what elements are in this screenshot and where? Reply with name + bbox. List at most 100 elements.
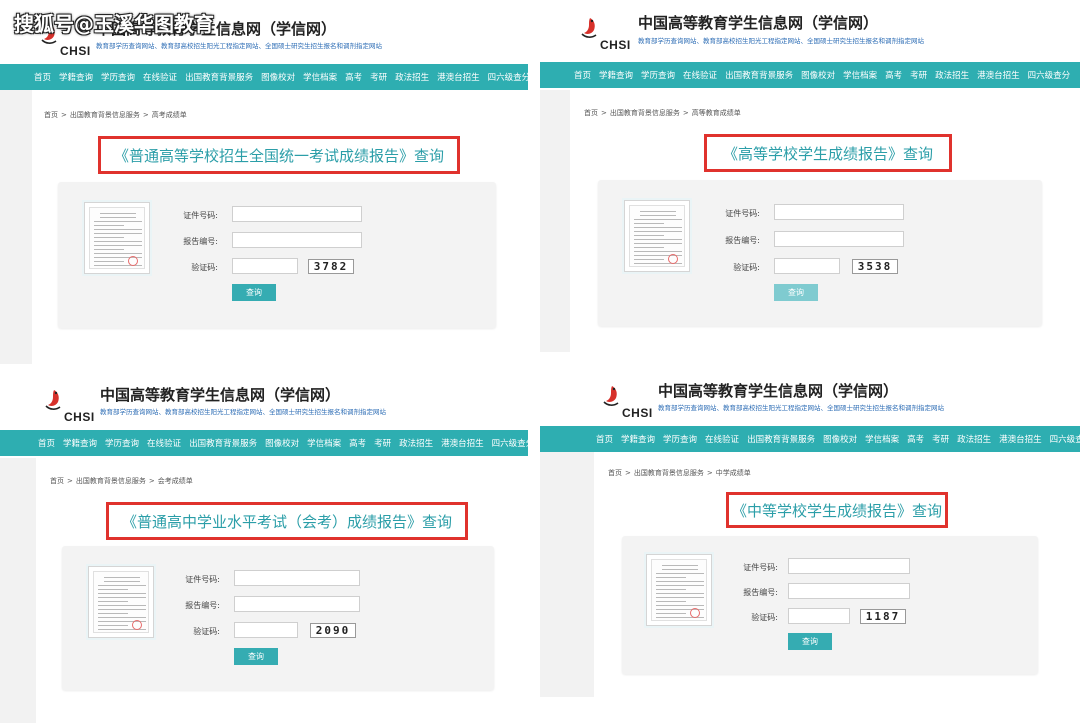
- query-form: 证件号码: 报告编号: 验证码: 1187 查询: [622, 536, 1038, 674]
- breadcrumb-item[interactable]: 出国教育背景信息服务: [634, 469, 704, 477]
- captcha-image[interactable]: 2090: [310, 623, 356, 638]
- captcha-label: 验证码:: [191, 263, 218, 272]
- nav-item[interactable]: 学信档案: [861, 433, 903, 445]
- document-line: [98, 593, 146, 594]
- report-no-input[interactable]: [234, 596, 360, 612]
- document-line: [94, 249, 124, 250]
- breadcrumb-item[interactable]: 高考成绩单: [152, 111, 187, 119]
- nav-item[interactable]: 港澳台招生: [973, 69, 1024, 81]
- nav-item[interactable]: 四六级查分: [488, 437, 528, 449]
- chsi-logo: CHSI: [42, 388, 104, 430]
- nav-item[interactable]: 出国教育背景服务: [743, 433, 819, 445]
- nav-item[interactable]: 出国教育背景服务: [181, 71, 257, 83]
- query-button[interactable]: 查询: [788, 633, 832, 650]
- captcha-image[interactable]: 3538: [852, 259, 898, 274]
- breadcrumb-item[interactable]: 首页: [50, 477, 64, 485]
- document-line: [656, 613, 686, 614]
- nav-item[interactable]: 政法招生: [395, 437, 437, 449]
- nav-item[interactable]: 图像校对: [261, 437, 303, 449]
- breadcrumb: 首页 > 出国教育背景信息服务 > 中学成绩单: [608, 468, 754, 478]
- breadcrumb-item[interactable]: 首页: [44, 111, 58, 119]
- nav-item[interactable]: 政法招生: [931, 69, 973, 81]
- nav-item[interactable]: 学信档案: [303, 437, 345, 449]
- nav-item[interactable]: 考研: [906, 69, 931, 81]
- nav-item[interactable]: 在线验证: [143, 437, 185, 449]
- query-button[interactable]: 查询: [774, 284, 818, 301]
- document-line: [94, 237, 124, 238]
- nav-item[interactable]: 港澳台招生: [995, 433, 1046, 445]
- nav-item[interactable]: 首页: [570, 69, 595, 81]
- nav-item[interactable]: 在线验证: [701, 433, 743, 445]
- cert-no-input[interactable]: [232, 206, 362, 222]
- captcha-input[interactable]: [774, 258, 840, 274]
- nav-item[interactable]: 政法招生: [953, 433, 995, 445]
- nav-item[interactable]: 学历查询: [637, 69, 679, 81]
- nav-item[interactable]: 首页: [592, 433, 617, 445]
- bird-logo-icon: [581, 18, 597, 38]
- breadcrumb-item[interactable]: 出国教育背景信息服务: [70, 111, 140, 119]
- cert-no-input[interactable]: [788, 558, 910, 574]
- captcha-image[interactable]: 3782: [308, 259, 354, 274]
- nav-item[interactable]: 考研: [928, 433, 953, 445]
- nav-item[interactable]: 首页: [30, 71, 55, 83]
- cert-no-input[interactable]: [234, 570, 360, 586]
- report-no-input[interactable]: [774, 231, 904, 247]
- breadcrumb-item[interactable]: 高等教育成绩单: [692, 109, 741, 117]
- breadcrumb-item[interactable]: 会考成绩单: [158, 477, 193, 485]
- nav-item[interactable]: 高考: [341, 71, 366, 83]
- document-line: [98, 589, 128, 590]
- document-line: [98, 597, 146, 598]
- nav-item[interactable]: 出国教育背景服务: [721, 69, 797, 81]
- captcha-input[interactable]: [232, 258, 298, 274]
- breadcrumb-item[interactable]: 首页: [584, 109, 598, 117]
- report-no-input[interactable]: [232, 232, 362, 248]
- nav-item[interactable]: 在线验证: [679, 69, 721, 81]
- nav-item[interactable]: 学籍查询: [617, 433, 659, 445]
- captcha-input[interactable]: [234, 622, 298, 638]
- nav-item[interactable]: 学籍查询: [595, 69, 637, 81]
- nav-item[interactable]: 港澳台招生: [437, 437, 488, 449]
- site-title: 中国高等教育学生信息网（学信网）: [100, 386, 341, 404]
- panel-higher-edu: CHSI 中国高等教育学生信息网（学信网） 教育部学历查询网站、教育部高校招生阳…: [540, 0, 1080, 352]
- nav-item[interactable]: 出国教育背景服务: [185, 437, 261, 449]
- nav-item[interactable]: 学历查询: [97, 71, 139, 83]
- nav-item[interactable]: 学籍查询: [55, 71, 97, 83]
- document-line: [634, 219, 682, 220]
- nav-item[interactable]: 学历查询: [659, 433, 701, 445]
- nav-item[interactable]: 学信档案: [299, 71, 341, 83]
- nav-item[interactable]: 在线验证: [139, 71, 181, 83]
- logo-text: CHSI: [600, 38, 631, 52]
- nav-item[interactable]: 学历查询: [101, 437, 143, 449]
- nav-item[interactable]: 高考: [903, 433, 928, 445]
- content-area: 首页 > 出国教育背景信息服务 > 高考成绩单 《普通高等学校招生全国统一考试成绩报告》…: [0, 90, 528, 364]
- captcha-image[interactable]: 1187: [860, 609, 906, 624]
- breadcrumb-item[interactable]: 出国教育背景信息服务: [610, 109, 680, 117]
- nav-item[interactable]: 高考: [345, 437, 370, 449]
- breadcrumb-item[interactable]: 出国教育背景信息服务: [76, 477, 146, 485]
- nav-item[interactable]: 学信档案: [839, 69, 881, 81]
- nav-item[interactable]: 高考: [881, 69, 906, 81]
- nav-item[interactable]: 考研: [370, 437, 395, 449]
- report-no-input[interactable]: [788, 583, 910, 599]
- breadcrumb-item[interactable]: 中学成绩单: [716, 469, 751, 477]
- captcha-input[interactable]: [788, 608, 850, 624]
- nav-item[interactable]: 图像校对: [797, 69, 839, 81]
- nav-item[interactable]: 港澳台招生: [433, 71, 484, 83]
- nav-item[interactable]: 四六级查分: [1024, 69, 1075, 81]
- query-button[interactable]: 查询: [234, 648, 278, 665]
- query-button[interactable]: 查询: [232, 284, 276, 301]
- nav-item[interactable]: 政法招生: [391, 71, 433, 83]
- report-no-label: 报告编号:: [743, 588, 778, 597]
- nav-item[interactable]: 图像校对: [257, 71, 299, 83]
- nav-item[interactable]: 四六级查分: [1046, 433, 1080, 445]
- report-title: 《普通高等学校招生全国统一考试成绩报告》查询: [113, 146, 444, 165]
- nav-item[interactable]: 首页: [34, 437, 59, 449]
- nav-item[interactable]: 四六级查分: [484, 71, 528, 83]
- breadcrumb-item[interactable]: 首页: [608, 469, 622, 477]
- cert-no-input[interactable]: [774, 204, 904, 220]
- nav-item[interactable]: 考研: [366, 71, 391, 83]
- logo-text: CHSI: [64, 410, 95, 424]
- nav-item[interactable]: 图像校对: [819, 433, 861, 445]
- nav-item[interactable]: 学籍查询: [59, 437, 101, 449]
- report-thumbnail: [646, 554, 712, 626]
